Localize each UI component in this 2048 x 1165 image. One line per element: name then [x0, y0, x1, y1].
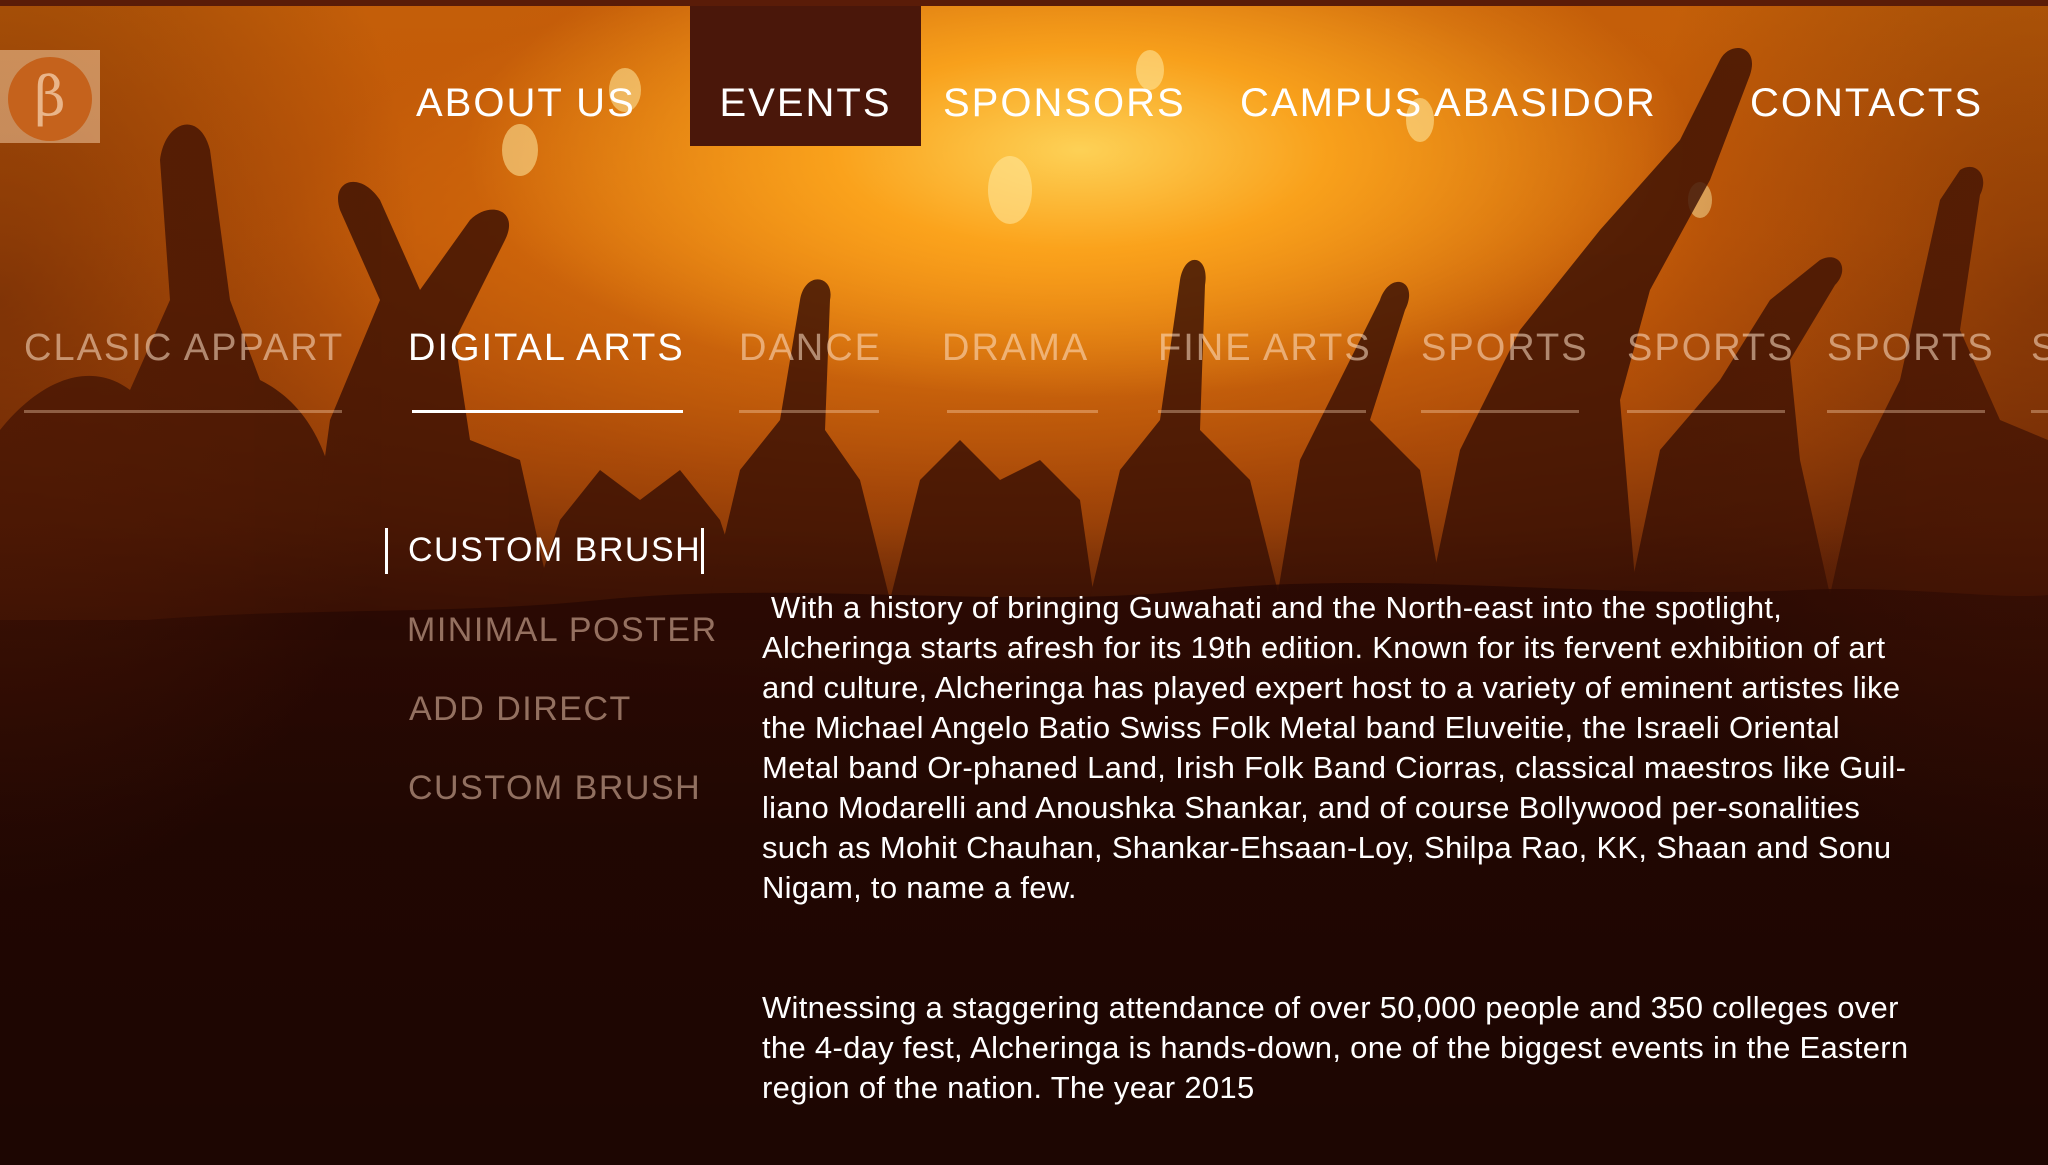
- tab-fine-arts[interactable]: FINE ARTS: [1158, 325, 1372, 413]
- logo-glyph: β: [34, 65, 66, 128]
- nav-item-about-us[interactable]: ABOUT US: [416, 6, 636, 146]
- tab-label: FINE ARTS: [1158, 327, 1372, 369]
- event-item-custom-brush[interactable]: CUSTOM BRUSH: [408, 528, 701, 572]
- tab-label: CLASIC APPART: [24, 327, 345, 369]
- tab-label: DANCE: [739, 327, 883, 369]
- tab-partial[interactable]: S: [2031, 325, 2048, 413]
- selection-bar-right: [701, 528, 704, 574]
- tab-sports-1[interactable]: SPORTS: [1421, 325, 1589, 413]
- tab-label: SPORTS: [1627, 327, 1795, 369]
- event-item-minimal-poster[interactable]: MINIMAL POSTER: [407, 608, 718, 652]
- nav-item-events[interactable]: EVENTS: [690, 6, 921, 146]
- tab-underline: [24, 410, 342, 413]
- event-item-add-direct[interactable]: ADD DIRECT: [409, 687, 632, 731]
- tab-label: DIGITAL ARTS: [408, 327, 685, 369]
- tab-sports-2[interactable]: SPORTS: [1627, 325, 1795, 413]
- tab-label: S: [2031, 327, 2048, 369]
- tab-label: DRAMA: [942, 327, 1090, 369]
- description-paragraph-2: Witnessing a staggering attendance of ov…: [762, 990, 1918, 1105]
- event-description: With a history of bringing Guwahati and …: [762, 508, 1922, 1148]
- tab-label: SPORTS: [1421, 327, 1589, 369]
- event-item-custom-brush-2[interactable]: CUSTOM BRUSH: [408, 766, 701, 810]
- tab-label: SPORTS: [1827, 327, 1995, 369]
- category-tabs: CLASIC APPART DIGITAL ARTS DANCE DRAMA F…: [0, 325, 2048, 415]
- nav-item-campus-abasidor[interactable]: CAMPUS ABASIDOR: [1240, 6, 1657, 146]
- tab-underline: [1158, 410, 1366, 413]
- tab-underline: [1627, 410, 1785, 413]
- tab-drama[interactable]: DRAMA: [942, 325, 1098, 413]
- selection-bar-left: [385, 528, 388, 574]
- tab-underline: [2031, 410, 2048, 413]
- description-paragraph-1: With a history of bringing Guwahati and …: [762, 590, 1910, 905]
- beta-logo-icon: β: [8, 57, 92, 141]
- tab-underline-active: [412, 410, 683, 413]
- tab-clasic-appart[interactable]: CLASIC APPART: [24, 325, 342, 413]
- tab-underline: [947, 410, 1098, 413]
- tab-underline: [1421, 410, 1579, 413]
- tab-digital-arts[interactable]: DIGITAL ARTS: [408, 325, 683, 413]
- nav-item-sponsors[interactable]: SPONSORS: [943, 6, 1186, 146]
- nav-item-contacts[interactable]: CONTACTS: [1750, 6, 1983, 146]
- tab-underline: [739, 410, 879, 413]
- logo[interactable]: β: [0, 50, 100, 143]
- tab-underline: [1827, 410, 1985, 413]
- tab-dance[interactable]: DANCE: [739, 325, 883, 413]
- tab-sports-3[interactable]: SPORTS: [1827, 325, 1995, 413]
